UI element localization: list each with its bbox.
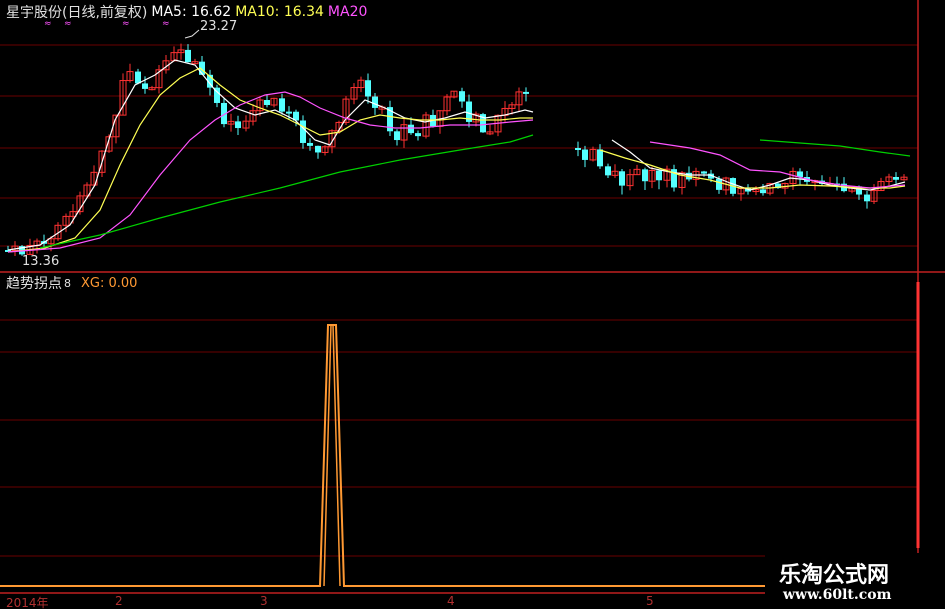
chart-frame [0,0,945,594]
chart-header: 星宇股份(日线,前复权) MA5: 16.62 MA10: 16.34 MA20 [6,3,371,21]
candle-body-down [597,149,603,167]
indicator-panel [0,324,918,587]
ma20-line-2 [649,141,906,189]
candle-body-down [619,171,625,186]
stock-title: 星宇股份(日线,前复权) [6,4,148,21]
candle-body-down [372,96,378,108]
xg-value-label: XG: 0.00 [81,275,138,291]
ma10-label: MA10: 16.34 [235,3,324,20]
indicator-header: 趋势拐点 8 XG: 0.00 [6,275,138,293]
month-label-3: 3 [260,594,268,608]
ma5-line [7,59,534,251]
watermark: 乐淘公式网 www.60lt.com [765,553,945,609]
candle-body-down [142,83,148,89]
candle-body-down [365,80,371,97]
candle-body-down [642,169,648,182]
candle-body-down [415,133,421,137]
candle-body-down [864,194,870,202]
grid-lines [0,44,918,557]
candle-body-down [394,131,400,141]
high-price-label: 23.27 [200,19,238,34]
candle-body-down [279,98,285,112]
moving-average-lines: ≈ ≈ ≈ ≈ [7,19,911,253]
signal-mark: ≈ [162,19,170,29]
xg-indicator-line [0,324,918,587]
candle-body-down [575,148,581,150]
candle-body-down [185,49,191,63]
ma20-label: MA20 [327,3,368,20]
candle-body-down [605,166,611,176]
watermark-url: www.60lt.com [783,587,892,603]
chart-canvas[interactable]: ≈ ≈ ≈ ≈ [0,0,945,609]
candle-body-down [760,189,766,194]
candle-body-down [300,120,306,143]
stock-chart-window: ≈ ≈ ≈ ≈ 星宇股份(日线,前复权) MA5: 16.62 MA10: 16.34… [0,0,945,609]
candle-body-down [459,91,465,102]
indicator-name: 趋势拐点 [6,276,62,292]
candle-body-down [716,178,722,190]
ma60-line [39,134,534,249]
month-label-5: 5 [646,594,654,608]
low-price-label: 13.36 [22,254,60,269]
month-label-4: 4 [447,594,455,608]
high-marker-arrow [184,29,200,39]
ma10-line-2 [599,149,906,189]
candle-body-down [408,124,414,134]
month-label-2: 2 [115,594,123,608]
candle-body-down [307,142,313,146]
watermark-brand: 乐淘公式网 [779,563,890,588]
ma5-label: MA5: 16.62 [151,3,232,20]
indicator-param: 8 [64,276,71,290]
candle-body-down [701,171,707,174]
candle-body-down [235,121,241,129]
ma20-line [7,91,534,253]
candle-body-down [582,149,588,160]
candle-body-down [264,100,270,106]
candle-body-down [893,176,899,180]
candle-body-down [286,111,292,114]
year-label: 2014年 [6,596,49,609]
candle-body-down [135,71,141,84]
candle-body-down [523,91,529,94]
candle-body-down [315,145,321,153]
candle-body-down [656,170,662,181]
